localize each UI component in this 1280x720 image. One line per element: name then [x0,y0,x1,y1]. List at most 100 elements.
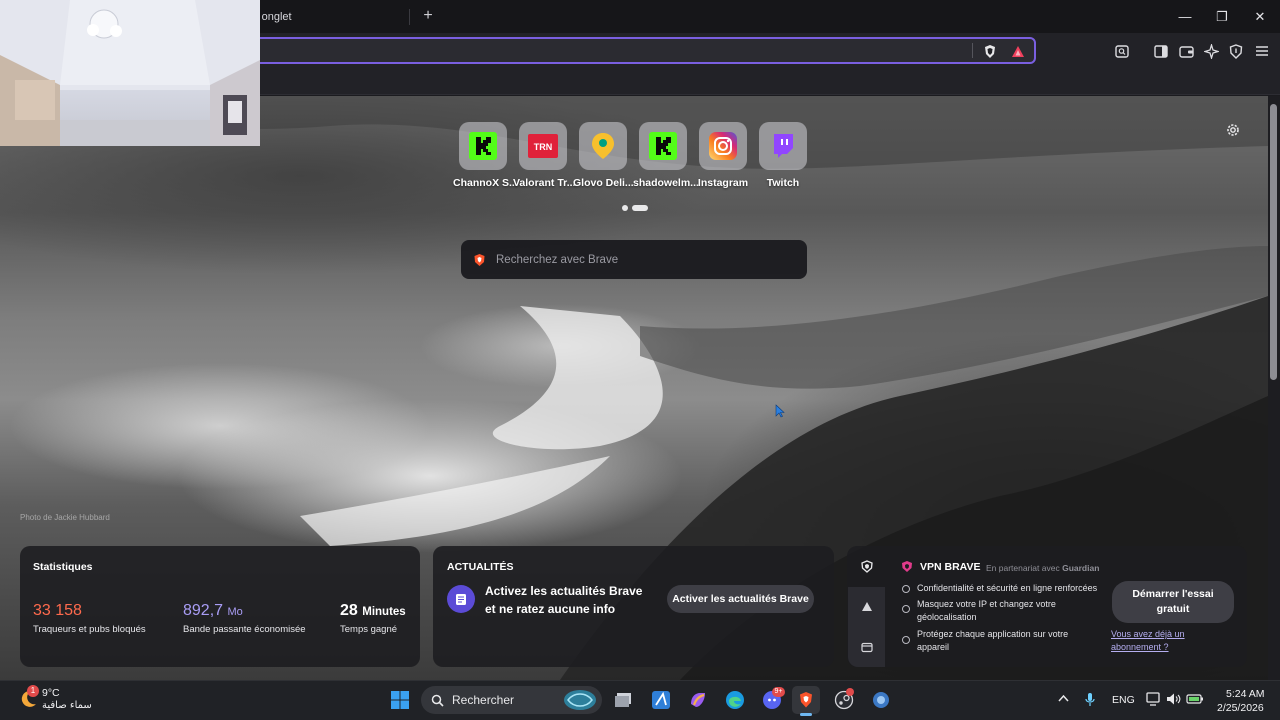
task-view-button[interactable] [610,686,638,714]
edge-icon [726,691,744,709]
taskbar-app-other[interactable] [867,686,895,714]
top-site-icon-wrap: TRN [519,122,567,170]
microphone-icon[interactable] [1085,692,1095,707]
clock-date[interactable]: 2/25/2026 [1217,702,1264,714]
enable-news-button[interactable]: Activer les actualités Brave [667,585,814,613]
top-site-tile[interactable]: shadowelm... [633,122,699,189]
app-icon [652,691,670,709]
search-box[interactable]: Recherchez avec Brave [461,240,807,279]
top-sites-pagination [622,205,648,211]
vpn-side-panel [848,587,885,667]
rewards-triangle-icon[interactable] [861,601,873,612]
top-site-icon-wrap [639,122,687,170]
vpn-title: VPN BRAVE [920,561,981,573]
weather-temp[interactable]: 9°C [42,687,60,699]
close-button[interactable]: ✕ [1241,0,1279,33]
bandwidth-unit: Mo [227,606,243,618]
trn-icon: TRN [528,134,558,158]
vpn-feature: Protégez chaque application sur votre ap… [917,629,1069,652]
vpn-icon[interactable] [1225,40,1247,62]
stats-title: Statistiques [33,561,93,573]
copilot-icon [691,693,705,707]
kick-icon [469,132,497,160]
page-dot-active[interactable] [632,205,648,211]
task-view-icon [615,693,631,707]
instagram-icon [709,132,737,160]
minimize-button[interactable]: — [1166,0,1204,33]
top-site-label: Valorant Tr... [513,177,576,189]
address-bar[interactable] [250,37,1036,64]
menu-icon[interactable] [1251,40,1273,62]
top-site-label: Twitch [766,177,800,189]
new-tab-button[interactable]: + [418,6,438,26]
wallet-icon[interactable] [1175,40,1197,62]
notification-dot [846,688,854,696]
clock-time[interactable]: 5:24 AM [1226,688,1265,700]
vpn-feature: Confidentialité et sécurité en ligne ren… [917,583,1098,593]
settings-gear-icon[interactable] [1224,121,1242,139]
bandwidth-value: 892,7 Mo [183,602,243,620]
card-icon[interactable] [861,642,873,653]
reader-mode-icon[interactable] [1111,40,1133,62]
webcam-image [0,0,260,146]
photo-credit[interactable]: Photo de Jackie Hubbard [20,513,110,522]
brave-rewards-icon[interactable] [1007,40,1029,62]
time-saved-label: Temps gagné [340,624,398,635]
mouse-cursor-icon [775,404,785,418]
svg-text:TRN: TRN [534,142,553,152]
leo-ai-icon[interactable] [1200,40,1222,62]
language-indicator[interactable]: ENG [1112,694,1135,706]
search-icon [431,694,444,707]
top-site-tile[interactable]: Twitch [753,122,813,189]
top-site-label: ChannoX S... [453,177,518,189]
time-saved-value: 28 Minutes [340,602,406,620]
taskbar-app-brave[interactable] [792,686,820,714]
start-button[interactable] [386,686,414,714]
top-site-tile[interactable]: Instagram [693,122,753,189]
battery-icon[interactable] [1186,693,1204,705]
taskbar-app-edge[interactable] [721,686,749,714]
bandwidth-number: 892,7 [183,602,224,619]
taskbar-app-vscode[interactable] [647,686,675,714]
top-site-label: Glovo Deli... [573,177,634,189]
top-site-icon-wrap [459,122,507,170]
top-site-tile[interactable]: Glovo Deli... [573,122,634,189]
top-site-label: Instagram [697,177,749,189]
app-icon [873,692,889,708]
volume-icon[interactable] [1166,692,1181,706]
tab-divider [409,9,410,25]
brave-shields-icon[interactable] [979,40,1001,62]
brave-icon [800,692,812,708]
taskbar-app-copilot[interactable] [684,686,712,714]
kick-icon [649,132,677,160]
start-trial-button[interactable]: Démarrer l'essai gratuit [1112,581,1234,623]
already-subscribed-link[interactable]: Vous avez déjà un abonnement ? [1111,628,1221,654]
search-placeholder: Recherchez avec Brave [496,253,619,266]
top-site-tile[interactable]: TRN Valorant Tr... [513,122,576,189]
weather-desc[interactable]: سماء صافية [42,700,92,711]
webcam-overlay [0,0,260,146]
brave-logo-icon [474,253,485,266]
guardian-logo: Guardian [1062,563,1100,573]
vpn-partner: En partenariat avec Guardian [986,563,1099,573]
shield-icon[interactable] [861,560,873,573]
chevron-up-icon[interactable] [1058,694,1069,702]
scrollbar-thumb[interactable] [1270,104,1277,380]
time-number: 28 [340,602,358,619]
glovo-icon [592,133,614,159]
trackers-count: 33 158 [33,602,82,619]
active-app-indicator [800,713,812,716]
top-site-tile[interactable]: ChannoX S... [453,122,518,189]
page-dot[interactable] [622,205,628,211]
tab-new-tab[interactable]: el onglet [250,0,410,33]
sidebar-icon[interactable] [1150,40,1172,62]
news-title: ACTUALITÉS [447,561,514,573]
taskbar-search[interactable]: Rechercher [421,686,602,714]
news-message: Activez les actualités Brave et ne ratez… [485,584,643,616]
network-icon[interactable] [1146,692,1162,706]
top-site-label: shadowelm... [633,177,699,189]
weather-badge: 1 [27,685,39,697]
check-icon [902,585,910,593]
bandwidth-label: Bande passante économisée [183,624,306,635]
maximize-button[interactable]: ❐ [1203,0,1241,33]
